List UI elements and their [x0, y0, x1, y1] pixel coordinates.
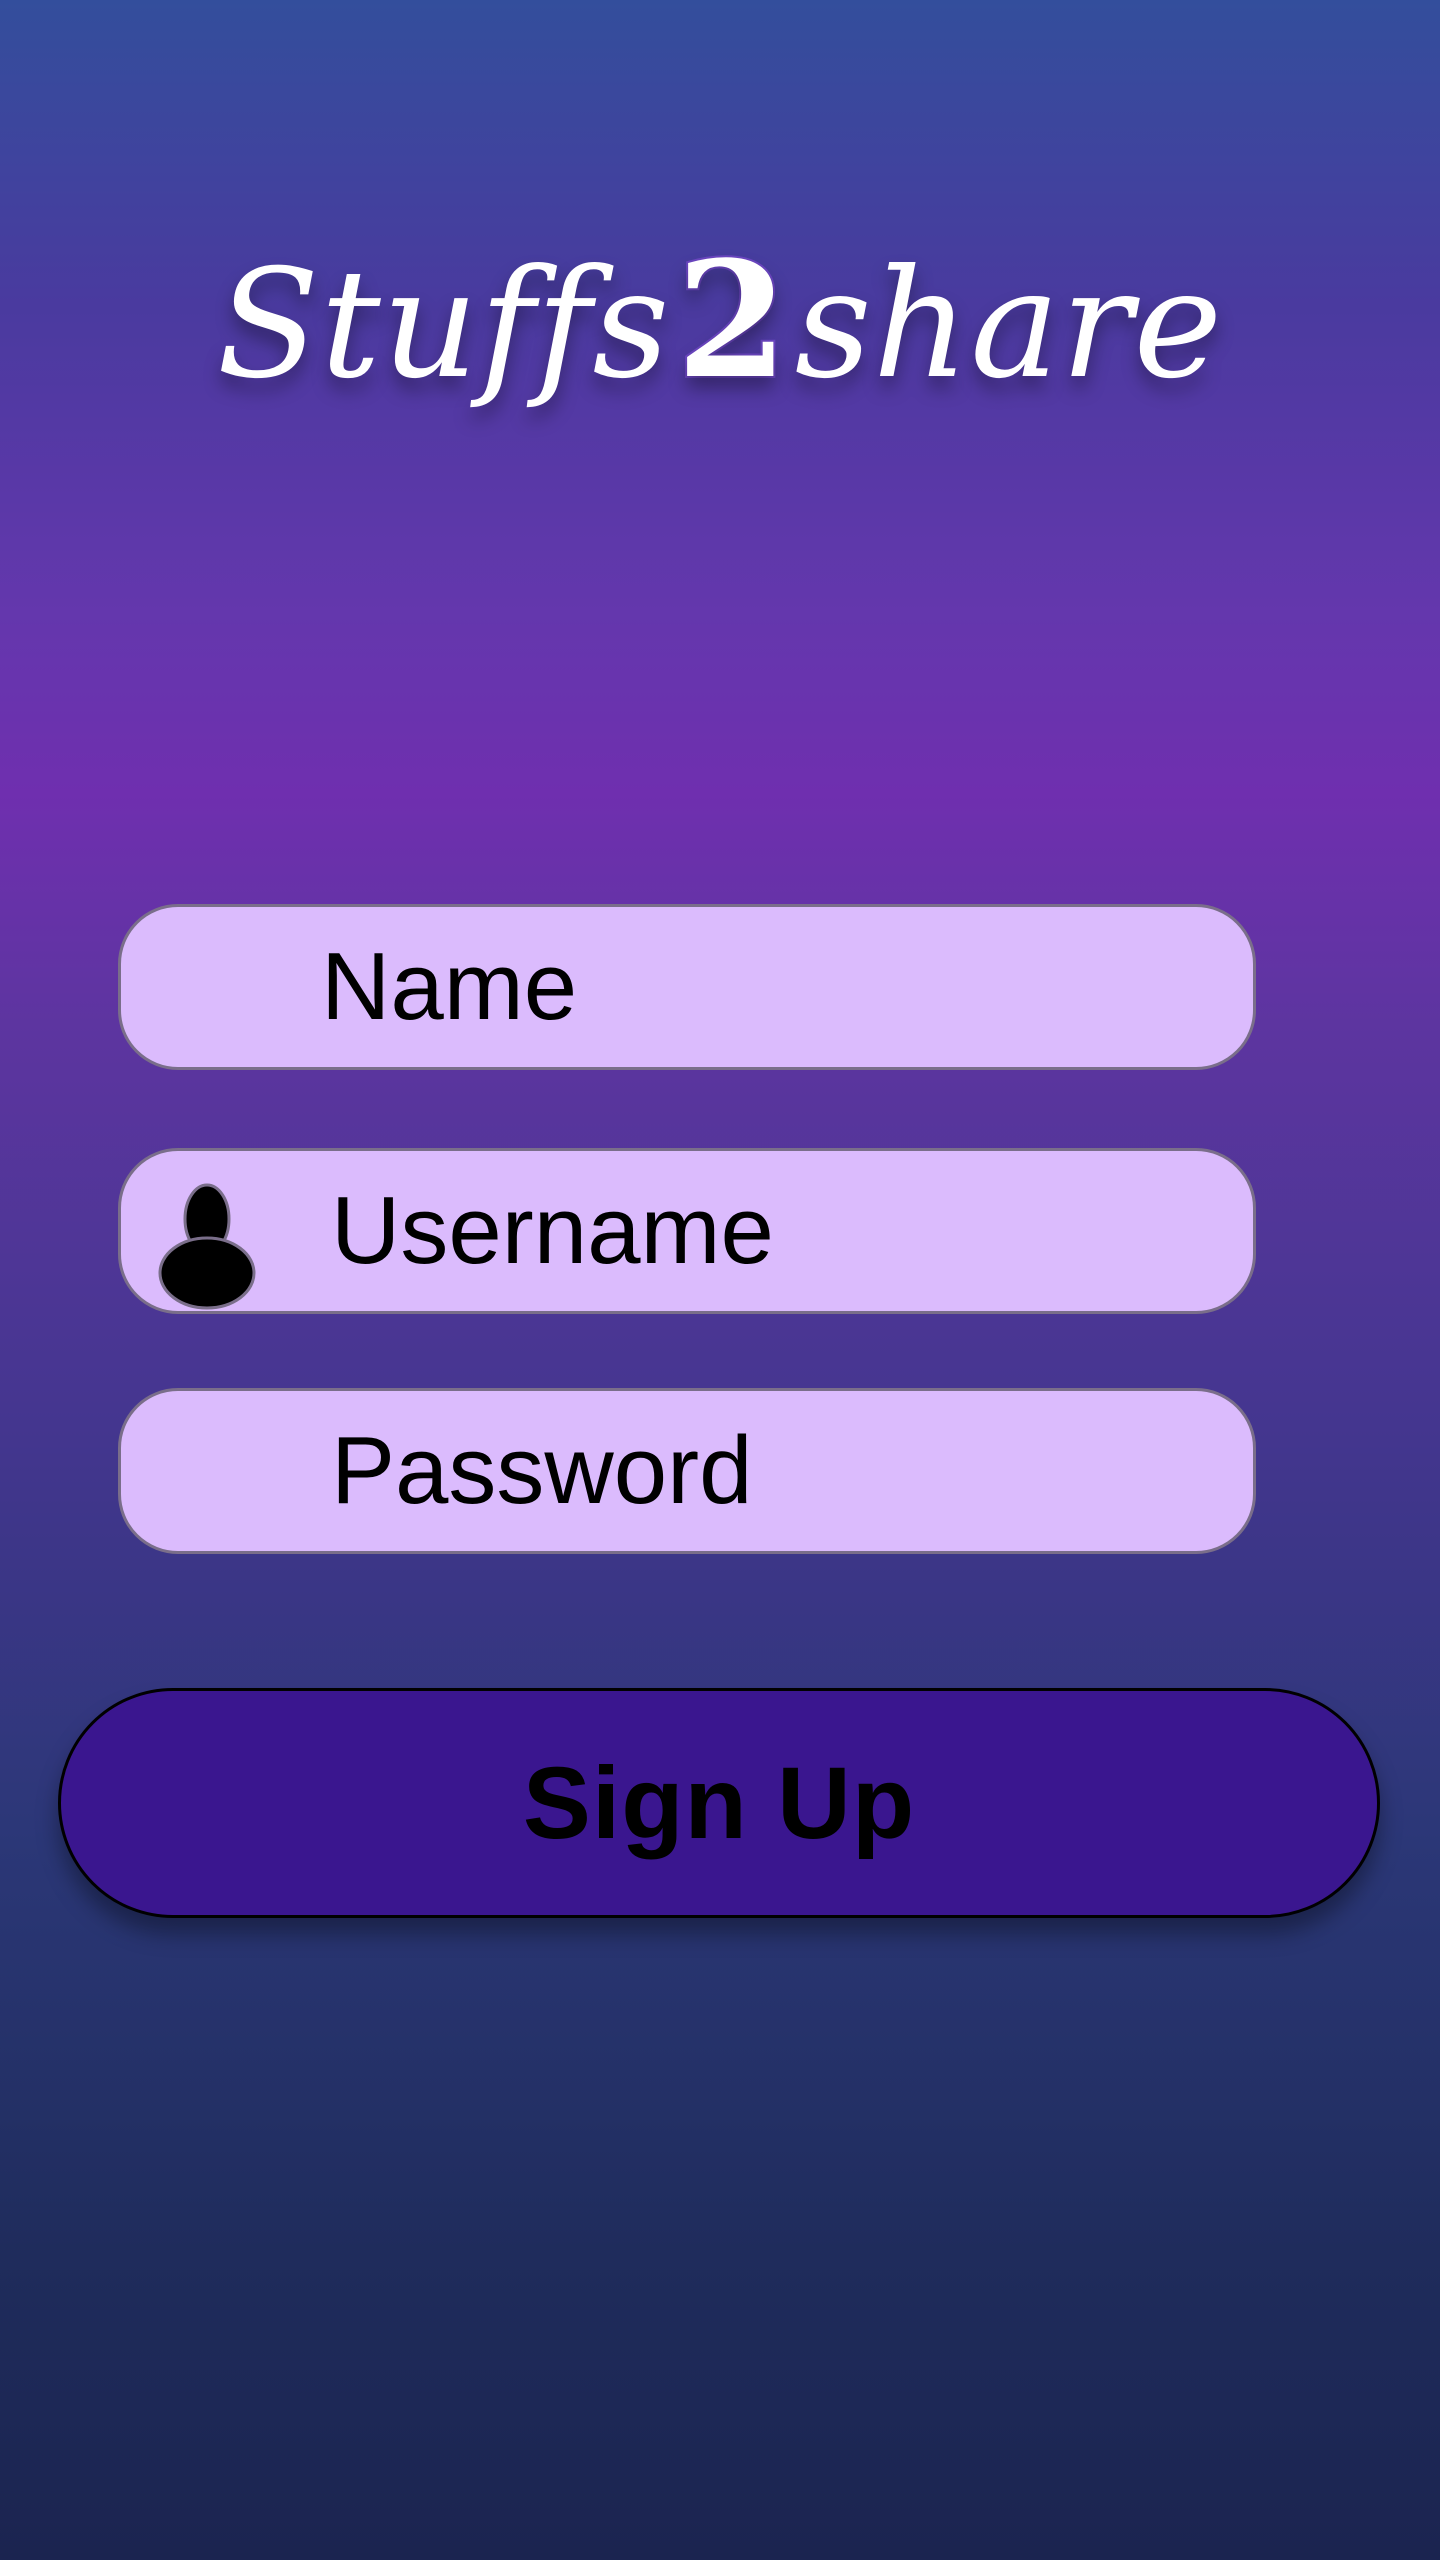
sign-up-button[interactable]: Sign Up	[58, 1688, 1380, 1918]
password-input[interactable]	[331, 1391, 1223, 1551]
sign-up-label: Sign Up	[522, 1745, 916, 1860]
username-input[interactable]	[331, 1151, 1223, 1311]
username-field[interactable]	[118, 1148, 1256, 1314]
name-field[interactable]	[118, 904, 1256, 1070]
user-icon	[158, 1183, 256, 1310]
logo-text-share: share	[794, 238, 1224, 412]
password-field[interactable]	[118, 1388, 1256, 1554]
logo-text-stuffs: Stuffs	[216, 238, 671, 412]
logo-text-two: 2	[674, 226, 789, 414]
name-input[interactable]	[321, 907, 1223, 1067]
app-logo: Stuffs2share	[0, 238, 1440, 402]
